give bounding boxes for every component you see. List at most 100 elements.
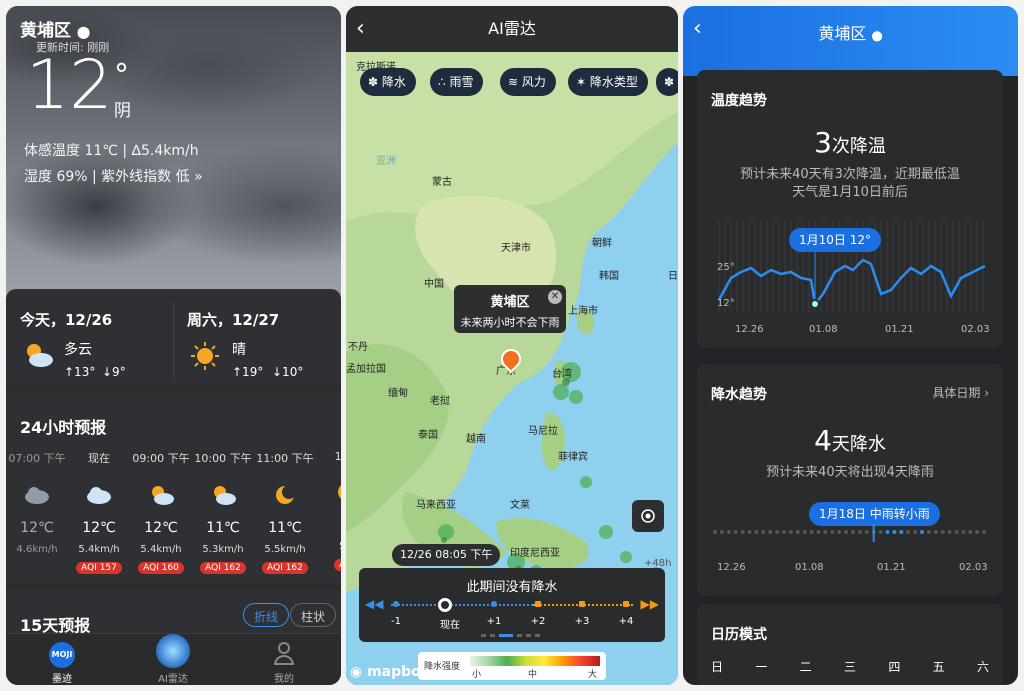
line-chart-toggle[interactable]: 折线 [243, 603, 290, 627]
timeline-tick[interactable]: 现在 [437, 616, 463, 631]
location-popup: 黄埔区 未来两小时不会下雨 ✕ [454, 285, 566, 333]
hour-time: 10:00 下午 [194, 452, 252, 465]
day-dot[interactable] [823, 530, 828, 534]
day-dot[interactable] [954, 530, 959, 534]
day-dot[interactable] [906, 530, 911, 534]
degree-symbol: ° [114, 58, 129, 93]
nav-ai-radar[interactable]: AI雷达 [133, 634, 213, 685]
label-brunei: 文莱 [510, 500, 530, 511]
day-dot[interactable] [844, 530, 849, 534]
tomorrow-label: 周六，12/27 [187, 311, 280, 329]
location-pin-icon: ⬤ [871, 31, 883, 42]
label-philippines: 菲律宾 [558, 452, 588, 463]
radar-icon [156, 634, 190, 668]
chip-wind[interactable]: ≋ 风力 [500, 68, 556, 96]
day-dot[interactable] [719, 530, 724, 534]
precip-type-icon: ✶ [576, 75, 587, 89]
hourly-item[interactable]: 10:00 下午 11℃ 5.3km/h AQI 162 [192, 450, 254, 574]
day-dot[interactable] [775, 530, 780, 534]
timeline-tick[interactable]: +1 [481, 616, 507, 627]
humidity-uv[interactable]: 湿度 69% | 紫外线指数 低 » [24, 166, 203, 186]
bar-chart-toggle[interactable]: 柱状 [290, 603, 337, 627]
hourly-item[interactable]: 07:00 下午 12℃ 4.6km/h [6, 450, 68, 555]
x-label: 01.21 [885, 324, 914, 335]
label-mongolia: 蒙古 [432, 177, 452, 188]
hourly-item[interactable]: 12:0 1 5.8 AQI [316, 450, 341, 571]
hour-time: 12:0 [334, 450, 341, 463]
ai-radar-screen: ‹ AI雷达 克拉斯诺 亚洲 蒙古 天津市 朝鲜 韩国 日 中国 上海市 不丹 … [346, 6, 678, 685]
rain-day-dot[interactable] [892, 530, 897, 534]
day-dot[interactable] [913, 530, 918, 534]
day-dot[interactable] [788, 530, 793, 534]
day-dot[interactable] [975, 530, 980, 534]
tomorrow-high: ↑19° [232, 365, 264, 379]
chip-precip[interactable]: ✽ 降水 [360, 68, 416, 96]
rain-day-dot[interactable] [899, 530, 904, 534]
day-dot[interactable] [926, 530, 931, 534]
forward-icon[interactable]: ▶▶ [641, 597, 659, 611]
label-shanghai: 上海市 [568, 306, 598, 317]
user-icon [273, 642, 295, 668]
partly-cloudy-icon [192, 480, 254, 510]
day-dot[interactable] [795, 530, 800, 534]
day-dot[interactable] [830, 530, 835, 534]
hourly-item[interactable]: 11:00 下午 11℃ 5.5km/h AQI 162 [254, 450, 316, 574]
day-dot[interactable] [754, 530, 759, 534]
today-high: ↑13° [64, 365, 96, 379]
specific-date-link[interactable]: 具体日期 › [932, 384, 989, 401]
city-name[interactable]: 黄埔区 ⬤ [20, 16, 90, 41]
timeline-thumb[interactable] [438, 598, 452, 612]
day-dot[interactable] [747, 530, 752, 534]
chip-more[interactable]: ✽ [656, 68, 678, 96]
hourly-item[interactable]: 09:00 下午 12℃ 5.4km/h AQI 160 [130, 450, 192, 574]
hour-wind: 4.6km/h [16, 544, 58, 555]
back-arrow-icon[interactable]: ‹ [356, 6, 365, 52]
chip-rain-snow[interactable]: ∴ 雨雪 [430, 68, 484, 96]
timeline-tick[interactable]: +3 [569, 616, 595, 627]
day-dot[interactable] [961, 530, 966, 534]
label-asia: 亚洲 [376, 156, 396, 167]
nav-profile[interactable]: 我的 [244, 642, 324, 685]
hour-time: 09:00 下午 [132, 452, 190, 465]
temp-trend-title: 温度趋势 [711, 93, 767, 109]
day-dot[interactable] [802, 530, 807, 534]
label-bhutan: 不丹 [348, 342, 368, 353]
calendar-title: 日历模式 [711, 627, 767, 643]
min-temp-marker[interactable] [810, 299, 820, 309]
day-dot[interactable] [857, 530, 862, 534]
chip-precip-type[interactable]: ✶ 降水类型 [568, 68, 648, 96]
day-dot[interactable] [761, 530, 766, 534]
rain-day-dot[interactable] [885, 530, 890, 534]
day-dot[interactable] [947, 530, 952, 534]
label-taiwan: 台湾 [552, 369, 572, 380]
timeline-tick[interactable]: -1 [383, 616, 409, 627]
hourly-item[interactable]: 现在 12℃ 5.4km/h AQI 157 [68, 450, 130, 574]
legend-low: 小 [472, 670, 482, 680]
day-dot[interactable] [837, 530, 842, 534]
rain-day-dot[interactable] [920, 530, 924, 534]
day-dot[interactable] [851, 530, 855, 534]
weather-home-screen: 黄埔区 ⬤ 更新时间: 刚刚 12 ° 阴 体感温度 11℃ | ∆5.4km/… [6, 6, 341, 685]
day-dot[interactable] [940, 530, 945, 534]
day-dot[interactable] [878, 530, 883, 534]
day-dot[interactable] [933, 530, 938, 534]
timeline-tick[interactable]: +2 [525, 616, 551, 627]
locate-me-button[interactable] [632, 500, 664, 532]
day-dot[interactable] [982, 530, 987, 534]
day-dot[interactable] [740, 530, 745, 534]
day-dot[interactable] [713, 530, 717, 534]
day-dot[interactable] [968, 530, 973, 534]
timeline-panel: 此期间没有降水 ◀◀ ▶▶ -1 现在 +1 +2 +3 +4 [359, 568, 665, 642]
day-dot[interactable] [816, 530, 821, 534]
close-icon[interactable]: ✕ [548, 290, 562, 304]
day-dot[interactable] [726, 530, 731, 534]
nav-moji[interactable]: MOJI 墨迹 [22, 642, 102, 685]
day-dot[interactable] [782, 530, 786, 534]
rewind-icon[interactable]: ◀◀ [365, 597, 383, 611]
day-dot[interactable] [864, 530, 869, 534]
timeline-tick[interactable]: +4 [613, 616, 639, 627]
day-dot[interactable] [733, 530, 738, 534]
day-dot[interactable] [768, 530, 773, 534]
day-dot[interactable] [809, 530, 814, 534]
rain-dot-row [713, 524, 987, 542]
